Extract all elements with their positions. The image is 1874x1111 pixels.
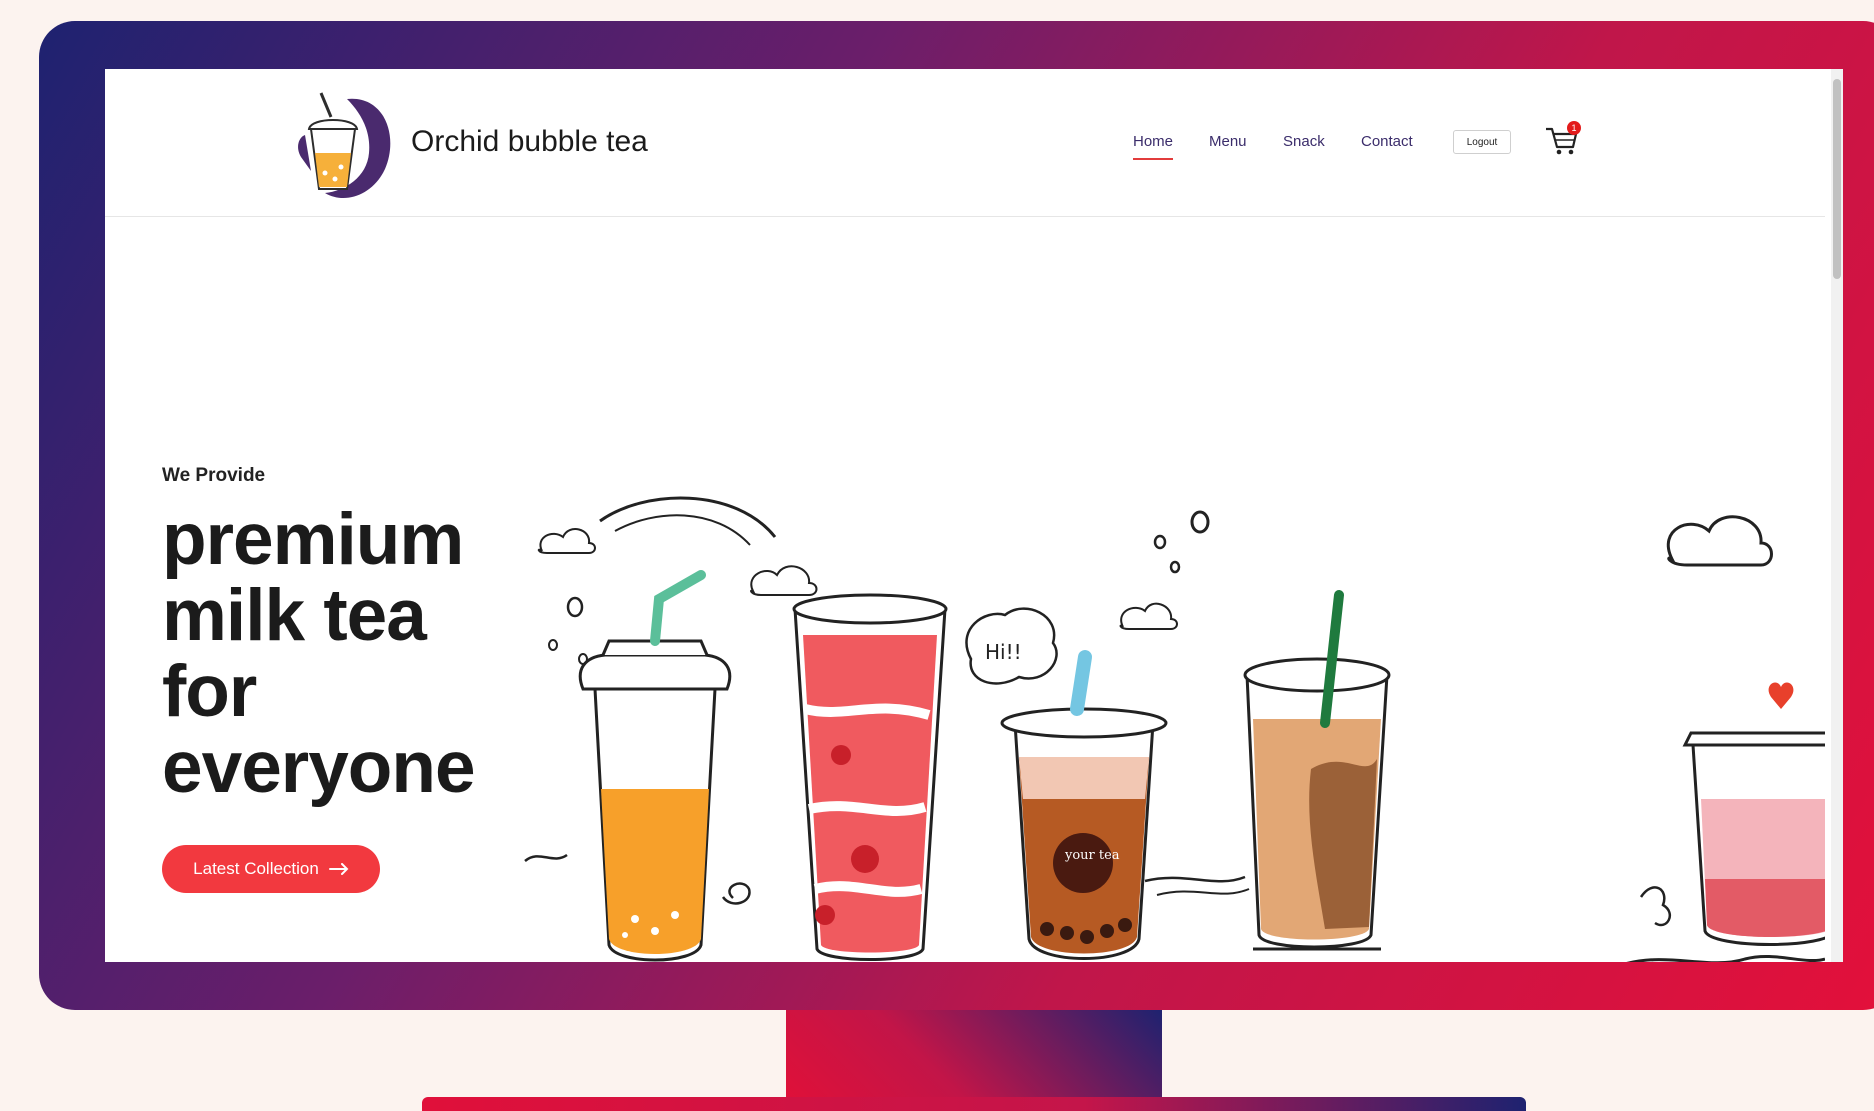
brand-logo[interactable]: [287, 87, 399, 203]
brand-name[interactable]: Orchid bubble tea: [411, 125, 648, 159]
scrollbar-thumb[interactable]: [1833, 79, 1841, 279]
arrow-right-icon: [328, 863, 349, 875]
speech-bubble-text: Hi!!: [985, 640, 1022, 664]
hero-title-line: for: [162, 651, 257, 732]
hero-title-line: milk tea: [162, 575, 427, 656]
nav-home-link[interactable]: Home: [1133, 133, 1174, 160]
latest-collection-button[interactable]: Latest Collection: [162, 845, 380, 893]
monitor-base: [422, 1097, 1526, 1111]
hero-eyebrow: We Provide: [162, 465, 266, 486]
cta-label: Latest Collection: [193, 859, 319, 878]
nav-menu-link[interactable]: Menu: [1209, 133, 1247, 150]
cart-count-badge: 1: [1567, 121, 1581, 135]
scrollbar[interactable]: [1831, 69, 1843, 962]
cart-button[interactable]: 1: [1543, 121, 1585, 159]
website-screen: Orchid bubble tea Home Menu Snack Contac…: [105, 69, 1843, 962]
nav-snack-link[interactable]: Snack: [1283, 133, 1325, 150]
bubble-tea-illustration: Hi!! your tea: [524, 496, 1825, 962]
logout-button[interactable]: Logout: [1453, 130, 1511, 154]
nav-contact-link[interactable]: Contact: [1361, 133, 1413, 150]
cup-label-text: your tea: [1064, 848, 1120, 863]
navbar: Orchid bubble tea Home Menu Snack Contac…: [105, 69, 1825, 217]
hero-title: premium milk tea for everyone: [162, 502, 522, 806]
monitor-stand: [786, 1010, 1162, 1110]
hero-title-line: everyone: [162, 727, 476, 808]
hero-title-line: premium: [162, 499, 464, 580]
